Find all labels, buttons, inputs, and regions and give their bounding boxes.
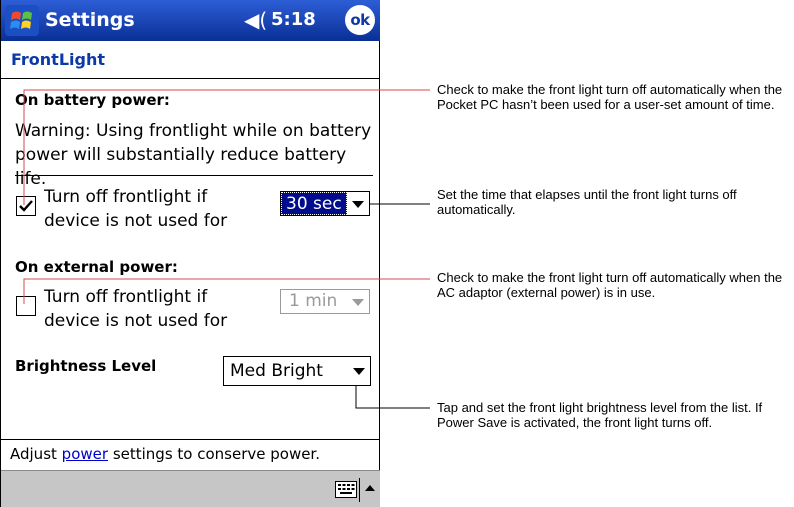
- footer-hint: Adjust power settings to conserve power.: [10, 445, 320, 463]
- battery-timeout-checkbox[interactable]: [16, 196, 36, 216]
- battery-timeout-label[interactable]: Turn off frontlight if device is not use…: [44, 185, 259, 233]
- brightness-value: Med Bright: [230, 361, 323, 381]
- callout-caption-3: Check to make the front light turn off a…: [437, 270, 783, 300]
- external-timeout-checkbox[interactable]: [16, 296, 36, 316]
- callout-caption-1: Check to make the front light turn off a…: [437, 82, 783, 112]
- power-settings-link[interactable]: power: [62, 445, 108, 463]
- brightness-label: Brightness Level: [15, 357, 157, 375]
- up-arrow-icon[interactable]: [365, 485, 375, 491]
- title-bar: Settings ◀( 5:18 ok: [1, 0, 380, 41]
- callout-caption-2: Set the time that elapses until the fron…: [437, 187, 737, 217]
- brightness-dropdown[interactable]: Med Bright: [223, 356, 371, 386]
- taskbar: [1, 470, 380, 507]
- footer-prefix: Adjust: [10, 445, 62, 463]
- divider: [359, 478, 360, 502]
- divider: [1, 439, 380, 440]
- ok-button[interactable]: ok: [345, 5, 375, 35]
- battery-timeout-value: 30 sec: [281, 192, 347, 215]
- windows-flag-icon[interactable]: [5, 5, 39, 36]
- chevron-down-icon: [353, 368, 365, 375]
- clock[interactable]: 5:18: [271, 9, 316, 30]
- battery-warning-text: Warning: Using frontlight while on batte…: [15, 121, 372, 189]
- chevron-down-icon: [352, 299, 364, 306]
- app-title: Settings: [45, 9, 135, 31]
- pocketpc-screen: Settings ◀( 5:18 ok FrontLight On batter…: [0, 0, 380, 507]
- keyboard-icon[interactable]: [335, 481, 357, 498]
- external-timeout-dropdown[interactable]: 1 min: [280, 289, 370, 314]
- page-title: FrontLight: [11, 50, 105, 69]
- divider: [15, 175, 373, 176]
- external-timeout-label[interactable]: Turn off frontlight if device is not use…: [44, 285, 259, 333]
- chevron-down-icon: [352, 201, 364, 208]
- divider: [1, 78, 380, 79]
- speaker-icon[interactable]: ◀(: [244, 8, 267, 32]
- external-timeout-value: 1 min: [289, 291, 338, 311]
- external-section-heading: On external power:: [15, 258, 178, 276]
- battery-timeout-dropdown[interactable]: 30 sec: [280, 191, 370, 216]
- callout-caption-4: Tap and set the front light brightness l…: [437, 400, 763, 430]
- checkmark-icon: [19, 200, 33, 212]
- battery-section-heading: On battery power:: [15, 91, 170, 109]
- footer-suffix: settings to conserve power.: [108, 445, 320, 463]
